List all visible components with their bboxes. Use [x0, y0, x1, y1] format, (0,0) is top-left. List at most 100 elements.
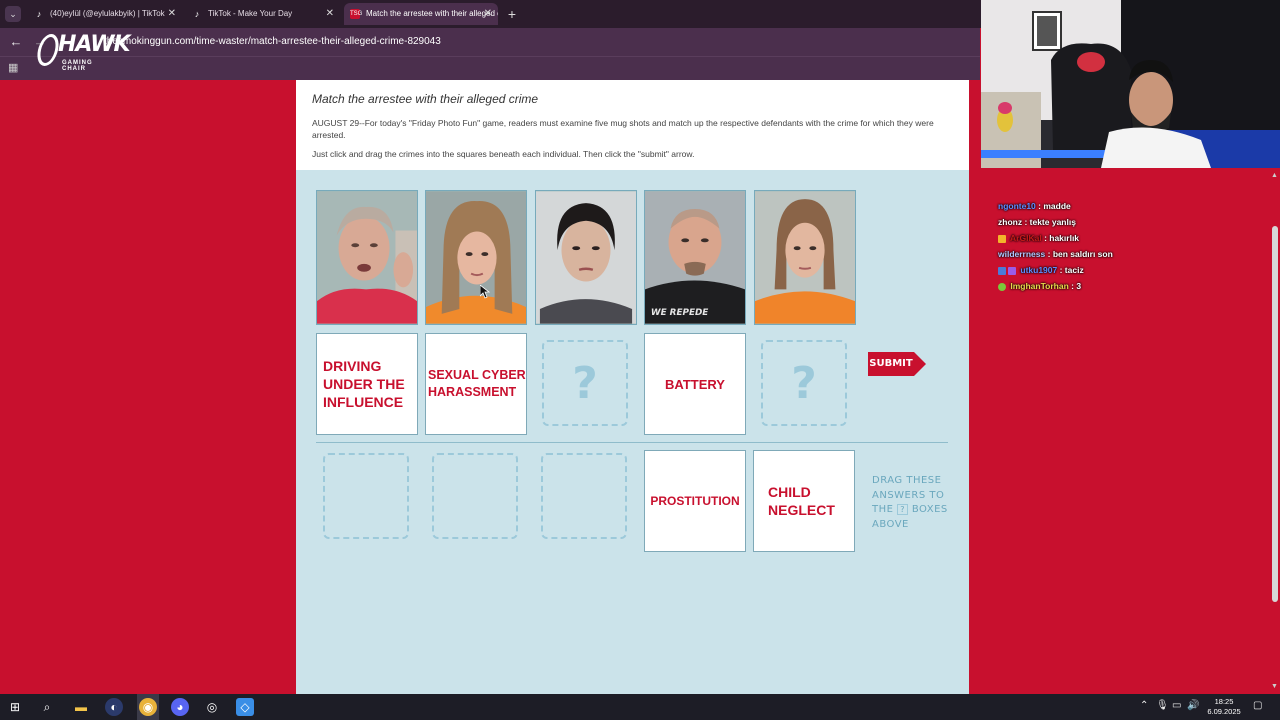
- answer-label: BATTERY: [665, 376, 725, 392]
- chat-message: ImghanTorhan : 3: [998, 278, 1258, 294]
- new-tab-button[interactable]: +: [504, 4, 520, 24]
- empty-pool-slot-3: [541, 453, 627, 539]
- hawk-logo-sub: GAMING CHAIR: [62, 60, 93, 72]
- address-bar: ← → thesmokinggun.com/time-waster/match-…: [0, 28, 980, 56]
- tab-tiktok-home[interactable]: ♪ TikTok - Make Your Day ✕: [186, 3, 340, 25]
- chat-text: 3: [1076, 281, 1082, 291]
- submit-button[interactable]: SUBMIT: [868, 352, 926, 376]
- network-icon[interactable]: ▭: [1172, 700, 1181, 711]
- mugshot-1-image: [317, 191, 417, 324]
- draggable-answer-prostitution[interactable]: PROSTITUTION: [644, 450, 746, 552]
- question-mark-icon: ?: [572, 357, 598, 409]
- windows-taskbar: ⊞ ⌕ ▬ ◐ ◉ ◕ ◎ ◇ ⌃ 🎙 ▭ 🔊 18:25 6.09.2025 …: [0, 694, 1280, 720]
- chat-username: ImghanTorhan: [1010, 281, 1069, 291]
- mugshot-1: [316, 190, 418, 325]
- windows-start-icon[interactable]: ⊞: [6, 698, 24, 716]
- question-mark-icon: ?: [791, 357, 817, 409]
- answer-slot-2[interactable]: SEXUAL CYBER HARASSMENT: [425, 333, 527, 435]
- close-icon[interactable]: ✕: [168, 3, 176, 25]
- page-title: Match the arrestee with their alleged cr…: [312, 92, 539, 106]
- chat-message: wilderrness : ben saldırı son: [998, 249, 1113, 259]
- scroll-down-icon[interactable]: ▼: [1271, 683, 1278, 690]
- svg-text:WE REPEDE: WE REPEDE: [651, 308, 708, 318]
- chat-text: tekte yanlış: [1029, 217, 1076, 227]
- chat-username: utku1907: [1020, 265, 1058, 275]
- submit-label: SUBMIT: [868, 352, 914, 376]
- streamer-webcam: [981, 0, 1280, 168]
- chat-badge-icon: [998, 282, 1006, 291]
- microphone-icon[interactable]: 🎙: [1156, 700, 1169, 711]
- answer-label: DRIVING UNDER THE INFLUENCE: [323, 358, 405, 410]
- mugshot-2-image: [426, 191, 526, 324]
- answer-label: CHILD NEGLECT: [768, 484, 835, 518]
- mugshot-3: [535, 190, 637, 325]
- submit-arrow-icon: [914, 352, 926, 376]
- mugshot-5: [754, 190, 856, 325]
- chat-message: utku1907 : taciz: [998, 262, 1258, 278]
- draggable-answer-child-neglect[interactable]: CHILD NEGLECT: [753, 450, 855, 552]
- clock-time: 18:25: [1214, 697, 1234, 706]
- hawk-logo-word: HAWK: [58, 32, 131, 57]
- mugshot-2: [425, 190, 527, 325]
- chat-message: zhonz : tekte yanlış: [998, 217, 1076, 227]
- taskbar-clock[interactable]: 18:25 6.09.2025: [1200, 697, 1248, 717]
- chat-message: ArGIKal : hakırlık: [998, 230, 1258, 246]
- chat-username: zhonz: [998, 217, 1023, 227]
- tab-label: (40)eylül (@eylulakbyik) | TikTok: [50, 9, 165, 18]
- tab-search-button[interactable]: ⌄: [5, 6, 21, 22]
- tray-chevron-icon[interactable]: ⌃: [1140, 700, 1148, 711]
- chrome-icon[interactable]: ◉: [139, 698, 157, 716]
- smoking-gun-icon: TSG: [350, 9, 363, 19]
- empty-answer-slot-3[interactable]: ?: [542, 340, 628, 426]
- article-intro: AUGUST 29--For today's "Friday Photo Fun…: [312, 118, 934, 140]
- tab-label: TikTok - Make Your Day: [208, 9, 293, 18]
- chat-text: hakırlık: [1049, 233, 1080, 243]
- empty-pool-slot-2: [432, 453, 518, 539]
- apps-grid-icon[interactable]: ▦: [8, 62, 20, 74]
- chat-text: madde: [1043, 201, 1071, 211]
- tiktok-icon: ♪: [36, 9, 42, 19]
- file-explorer-icon[interactable]: ▬: [72, 698, 90, 716]
- close-icon[interactable]: ✕: [326, 3, 334, 25]
- tiktok-icon: ♪: [194, 9, 200, 19]
- mouse-cursor-icon: [480, 285, 490, 299]
- divider: [316, 442, 948, 443]
- chat-message: ngonte10 : madde: [998, 201, 1071, 211]
- hawk-logo: HAWK GAMING CHAIR: [34, 32, 131, 72]
- mugshot-4-image: WE REPEDE: [645, 191, 745, 324]
- discord-icon[interactable]: ◕: [171, 698, 189, 716]
- notification-icon[interactable]: ▢: [1253, 700, 1262, 711]
- article-instructions: Just click and drag the crimes into the …: [312, 149, 695, 159]
- scrollbar-thumb[interactable]: [1272, 226, 1278, 602]
- tab-label: Match the arrestee with their alleged cr…: [366, 9, 498, 18]
- mugshot-5-image: [755, 191, 855, 324]
- article-header: Match the arrestee with their alleged cr…: [296, 80, 969, 170]
- chat-text: ben saldırı son: [1052, 249, 1113, 259]
- obs-icon[interactable]: ◎: [203, 698, 221, 716]
- tab-tiktok-profile[interactable]: ♪ (40)eylül (@eylulakbyik) | TikTok ✕: [28, 3, 182, 25]
- answer-label: PROSTITUTION: [650, 494, 740, 508]
- close-icon[interactable]: ✕: [484, 3, 492, 25]
- answer-slot-4[interactable]: BATTERY: [644, 333, 746, 435]
- empty-pool-slot-1: [323, 453, 409, 539]
- chat-username: ArGIKal: [1010, 233, 1042, 243]
- empty-answer-slot-5[interactable]: ?: [761, 340, 847, 426]
- webcam-image: [981, 0, 1280, 168]
- chat-text: taciz: [1064, 265, 1084, 275]
- app-icon-1[interactable]: ◐: [105, 698, 123, 716]
- back-button[interactable]: ←: [8, 34, 24, 50]
- chat-username: wilderrness: [998, 249, 1046, 259]
- page-scrollbar[interactable]: [1270, 170, 1280, 694]
- tab-match-arrestee[interactable]: TSG Match the arrestee with their allege…: [344, 3, 498, 25]
- bookmark-bar: ▦: [0, 56, 980, 80]
- app-icon-2[interactable]: ◇: [236, 698, 254, 716]
- game-board: WE REPEDE DRIVING UNDER THE INFLUENCE SE…: [296, 170, 969, 694]
- volume-icon[interactable]: 🔊: [1187, 700, 1199, 711]
- answer-slot-1[interactable]: DRIVING UNDER THE INFLUENCE: [316, 333, 418, 435]
- url-field[interactable]: thesmokinggun.com/time-waster/match-arre…: [104, 36, 441, 47]
- search-icon[interactable]: ⌕: [38, 698, 56, 716]
- chat-badge-icon: [998, 234, 1006, 243]
- scroll-up-icon[interactable]: ▲: [1271, 172, 1278, 179]
- clock-date: 6.09.2025: [1207, 707, 1241, 716]
- chat-badge-icon: [1008, 266, 1016, 275]
